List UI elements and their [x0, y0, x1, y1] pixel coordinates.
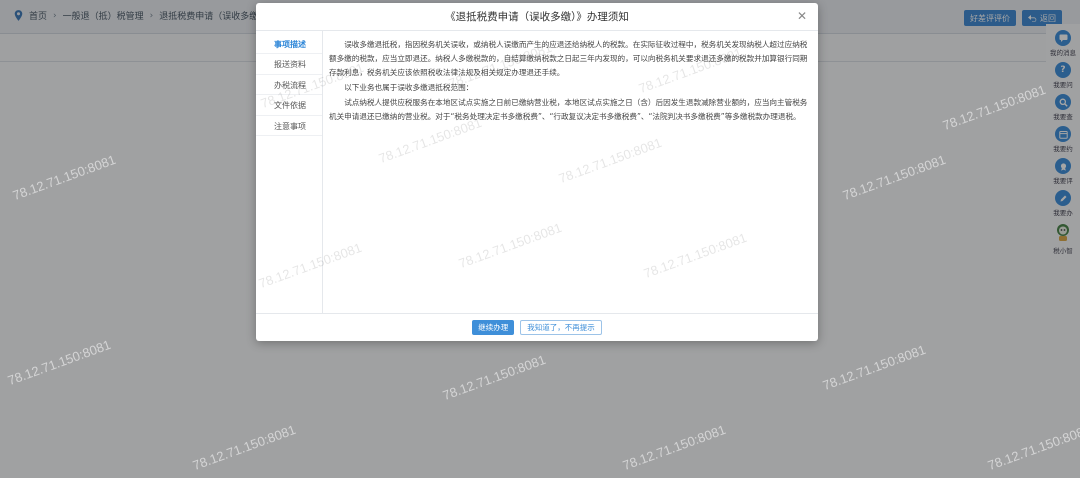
continue-button[interactable]: 继续办理: [472, 320, 515, 335]
content-paragraph: 试点纳税人提供应税服务在本地区试点实施之日前已缴纳营业税，本地区试点实施之日（含…: [329, 98, 808, 121]
nav-item-notes[interactable]: 注意事项: [256, 117, 322, 136]
nav-item-materials[interactable]: 报送资料: [256, 56, 322, 75]
notice-dialog: 《退抵税费申请（误收多缴）》办理须知 ✕ 事项描述 报送资料 办税流程 文件依据…: [256, 3, 818, 341]
content-paragraph: 以下业务也属于误收多缴退抵税范围：: [344, 83, 474, 92]
dialog-title: 《退抵税费申请（误收多缴）》办理须知: [445, 11, 629, 23]
close-icon[interactable]: ✕: [796, 10, 808, 22]
dialog-footer: 继续办理 我知道了，不再提示: [256, 313, 818, 341]
nav-item-description[interactable]: 事项描述: [256, 35, 322, 54]
dialog-header: 《退抵税费申请（误收多缴）》办理须知 ✕: [256, 3, 818, 31]
dismiss-button[interactable]: 我知道了，不再提示: [520, 320, 602, 335]
